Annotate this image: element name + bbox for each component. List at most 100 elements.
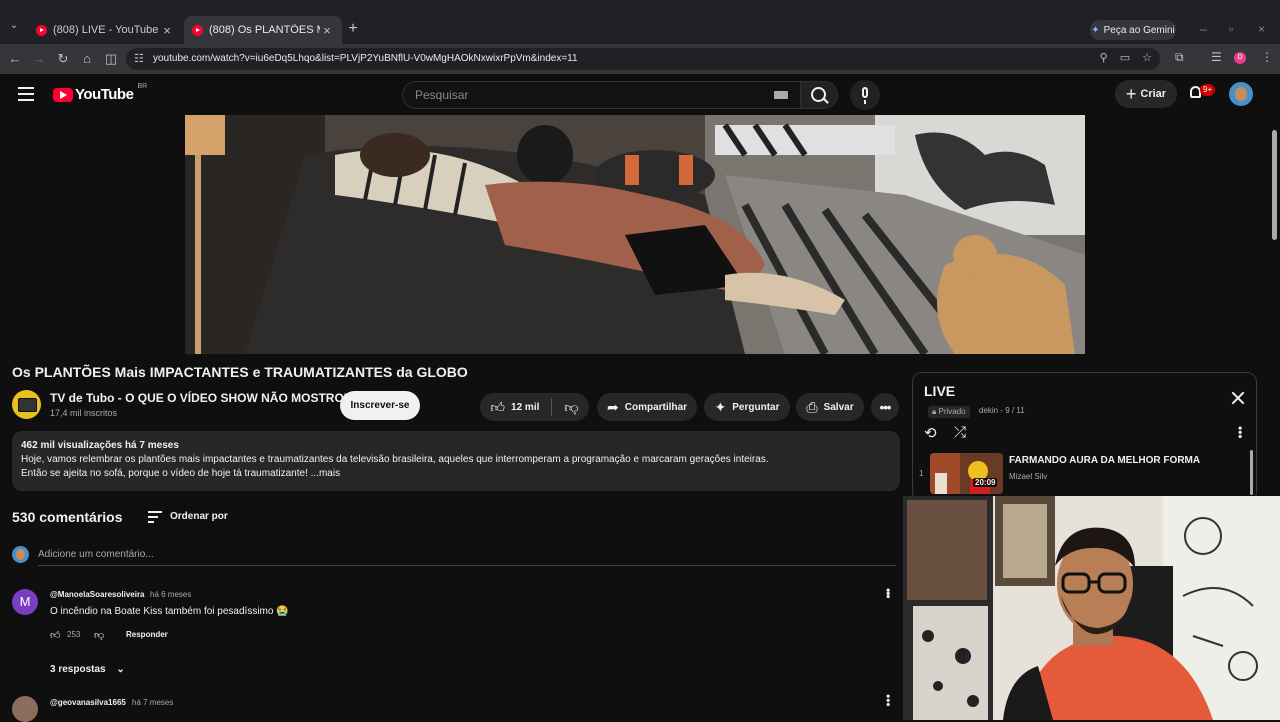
keyboard-icon[interactable] xyxy=(774,91,788,99)
save-label: Salvar xyxy=(823,401,854,413)
playlist-item-thumbnail[interactable] xyxy=(930,453,1003,494)
commenter-avatar[interactable] xyxy=(12,696,38,722)
tab-title: (808) LIVE - YouTube xyxy=(53,24,159,36)
forward-icon[interactable]: → xyxy=(30,50,48,68)
add-comment-input[interactable]: Adicione um comentário... xyxy=(38,549,154,560)
reading-list-icon[interactable]: ☰ xyxy=(1211,50,1222,64)
comment-like-icon[interactable]: 👍︎ xyxy=(50,629,60,641)
save-button[interactable]: ⎙ Salvar xyxy=(796,393,864,421)
reply-button[interactable]: Responder xyxy=(126,630,168,639)
thumbnail-image xyxy=(930,453,1003,494)
sort-icon[interactable] xyxy=(148,511,162,526)
gemini-label: Peça ao Gemini xyxy=(1103,24,1175,36)
country-code: BR xyxy=(137,83,148,90)
comment-dislike-icon[interactable]: 👎︎ xyxy=(94,629,104,641)
account-avatar[interactable] xyxy=(1229,82,1253,106)
share-label: Compartilhar xyxy=(624,401,687,413)
close-window-icon[interactable]: × xyxy=(1258,22,1265,36)
comment-more-icon[interactable]: ••• xyxy=(881,694,895,707)
comment-text: O incêndio na Boate Kiss também foi pesa… xyxy=(50,606,289,617)
channel-avatar[interactable] xyxy=(12,390,41,419)
playlist-item-channel[interactable]: Mizael Silv xyxy=(1009,472,1047,481)
cast-icon[interactable]: ▭ xyxy=(1120,51,1130,64)
shuffle-icon[interactable]: ⤮ xyxy=(954,424,966,441)
user-avatar xyxy=(12,546,29,563)
site-info-icon[interactable]: ☷ xyxy=(134,52,144,65)
dislike-icon[interactable]: 👎︎ xyxy=(564,399,578,416)
playlist-more-icon[interactable]: ••• xyxy=(1233,426,1247,439)
ask-label: Perguntar xyxy=(732,401,780,413)
playlist-item-index: 1 xyxy=(919,469,924,478)
home-icon[interactable]: ⌂ xyxy=(78,50,96,68)
comment-count: 530 comentários xyxy=(12,509,123,525)
tab-search-icon[interactable]: ⌄ xyxy=(6,20,22,36)
comment-time[interactable]: há 7 meses xyxy=(132,698,173,707)
more-horizontal-icon: ••• xyxy=(879,399,892,415)
comment-author[interactable]: @ManoelaSoaresoliveira xyxy=(50,590,145,599)
tab-title: (808) Os PLANTÕES Mais IMPA xyxy=(209,24,320,36)
search-placeholder: Pesquisar xyxy=(415,88,469,102)
description-box[interactable]: 462 mil visualizações há 7 meses Hoje, v… xyxy=(12,431,900,491)
scrollbar-thumb[interactable] xyxy=(1272,130,1277,240)
minimize-icon[interactable]: – xyxy=(1200,22,1207,36)
bookmark-star-icon[interactable]: ☆ xyxy=(1142,51,1152,64)
ask-button[interactable]: ✦ Perguntar xyxy=(704,393,790,421)
browser-tab-current[interactable]: (808) Os PLANTÕES Mais IMPA × xyxy=(184,16,342,44)
gemini-icon: ✦ xyxy=(1091,24,1100,36)
create-label: Criar xyxy=(1140,88,1167,100)
create-button[interactable]: + Criar xyxy=(1115,80,1177,108)
playlist-item-title[interactable]: FARMANDO AURA DA MELHOR FORMA xyxy=(1009,455,1200,466)
sort-button[interactable]: Ordenar por xyxy=(170,511,228,522)
comment-more-icon[interactable]: ••• xyxy=(881,588,895,598)
maximize-icon[interactable]: ▫ xyxy=(1229,22,1233,36)
reload-icon[interactable]: ↻ xyxy=(54,50,72,68)
zoom-icon[interactable]: ⚲ xyxy=(1100,51,1108,64)
tab-close-icon[interactable]: × xyxy=(160,23,174,38)
comment-like-count: 253 xyxy=(67,630,81,639)
youtube-favicon-icon xyxy=(36,24,47,36)
back-icon[interactable]: ← xyxy=(6,50,24,68)
browser-tab-live[interactable]: (808) LIVE - YouTube × xyxy=(28,16,182,44)
browser-menu-icon[interactable]: ⋮ xyxy=(1261,50,1273,64)
playlist-scrollbar[interactable] xyxy=(1250,450,1253,495)
video-frame xyxy=(185,115,1085,354)
address-bar[interactable]: ☷ youtube.com/watch?v=iu6eDq5Lhqo&list=P… xyxy=(126,48,1160,70)
search-button[interactable] xyxy=(800,81,838,109)
more-actions-button[interactable]: ••• xyxy=(871,393,899,421)
subscriber-count: 17,4 mil inscritos xyxy=(50,408,118,418)
plus-icon: + xyxy=(1125,84,1137,104)
browser-profile-avatar[interactable]: D xyxy=(1234,52,1246,64)
voice-search-button[interactable] xyxy=(850,80,880,110)
privacy-badge: 🔒︎ Privado xyxy=(928,406,970,418)
view-count-date: 462 mil visualizações há 7 meses xyxy=(21,440,179,451)
new-tab-icon[interactable]: + xyxy=(346,21,360,37)
like-dislike-group: 👍︎ 12 mil 👎︎ xyxy=(480,393,589,421)
channel-name[interactable]: TV de Tubo - O QUE O VÍDEO SHOW NÃO MOST… xyxy=(50,391,352,405)
share-button[interactable]: ➦ Compartilhar xyxy=(597,393,697,421)
video-title: Os PLANTÕES Mais IMPACTANTES e TRAUMATIZ… xyxy=(12,364,468,380)
extensions-icon[interactable]: ⧉ xyxy=(1175,50,1184,65)
menu-icon[interactable] xyxy=(18,87,34,101)
youtube-logo[interactable]: YouTube BR xyxy=(53,83,148,103)
video-player[interactable] xyxy=(185,115,1085,354)
webcam-overlay xyxy=(903,496,1280,720)
search-input[interactable]: Pesquisar xyxy=(402,81,800,109)
url-text[interactable]: youtube.com/watch?v=iu6eDq5Lhqo&list=PLV… xyxy=(153,53,578,64)
search-icon xyxy=(811,87,826,102)
comment-author[interactable]: @geovanasilva1665 xyxy=(50,698,126,707)
loop-icon[interactable]: ⟲ xyxy=(924,424,937,442)
like-icon[interactable]: 👍︎ xyxy=(490,399,505,416)
gemini-button[interactable]: ✦ Peça ao Gemini xyxy=(1090,20,1176,40)
notifications-badge: 9+ xyxy=(1200,84,1216,96)
subscribe-button[interactable]: Inscrever-se xyxy=(340,391,420,420)
like-count[interactable]: 12 mil xyxy=(511,402,539,413)
close-icon[interactable] xyxy=(1231,391,1245,405)
description-line-1: Hoje, vamos relembrar os plantões mais i… xyxy=(21,454,769,465)
mic-icon xyxy=(862,87,868,98)
tab-close-icon[interactable]: × xyxy=(320,23,334,38)
view-replies-button[interactable]: 3 respostas ⌄ xyxy=(50,664,125,675)
commenter-avatar[interactable]: M xyxy=(12,589,38,615)
playlist-title[interactable]: LIVE xyxy=(924,383,955,399)
split-view-icon[interactable]: ◫ xyxy=(102,50,120,68)
comment-time[interactable]: há 6 meses xyxy=(150,590,191,599)
